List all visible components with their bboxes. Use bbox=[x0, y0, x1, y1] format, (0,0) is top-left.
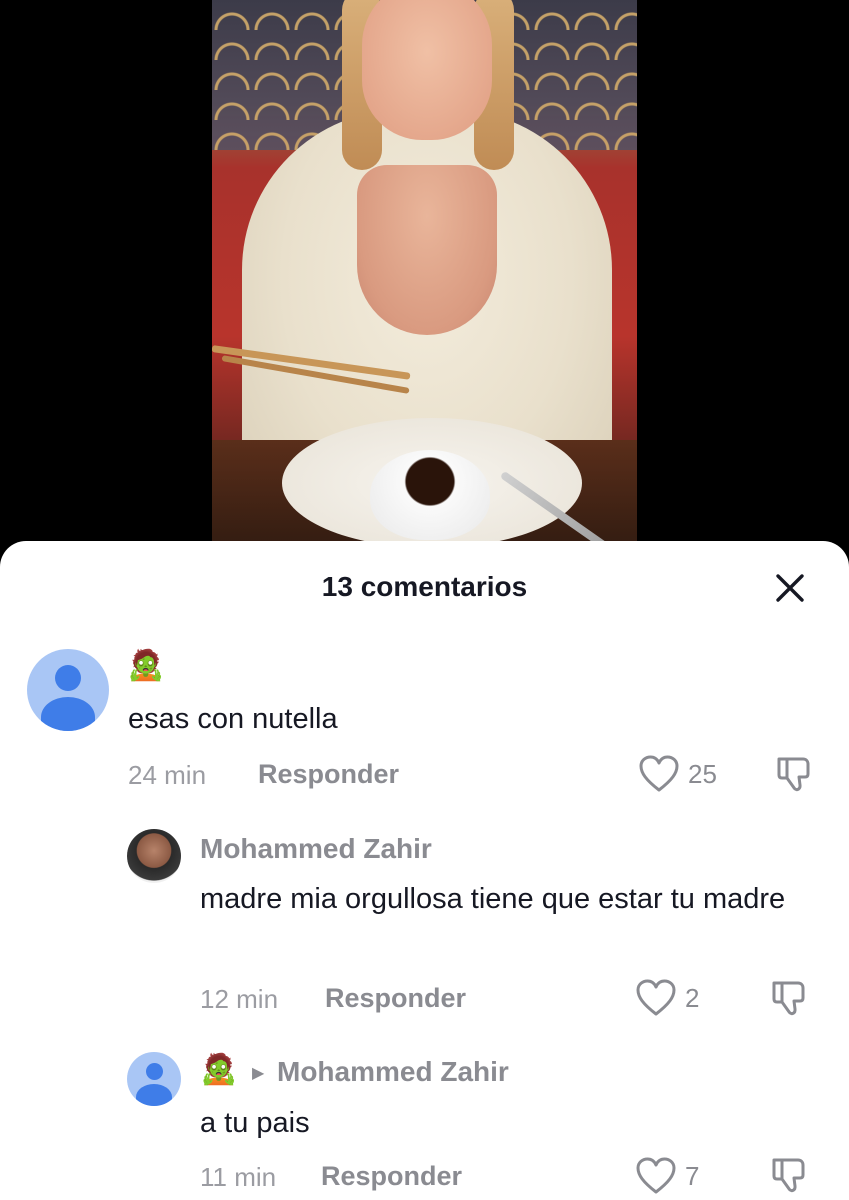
comment-time: 12 min bbox=[200, 984, 279, 1014]
close-icon bbox=[776, 574, 804, 602]
comment-text: madre mia orgullosa tiene que estar tu m… bbox=[200, 883, 786, 915]
reply-button[interactable]: Responder bbox=[321, 1161, 462, 1192]
like-button[interactable]: 7 bbox=[635, 1156, 699, 1196]
reply-arrow-icon: ▶ bbox=[252, 1065, 265, 1082]
username-emoji[interactable]: 🧟 bbox=[200, 1055, 237, 1085]
heart-icon bbox=[636, 1157, 676, 1194]
dislike-button[interactable] bbox=[768, 1153, 812, 1197]
comments-count-title: 13 comentarios bbox=[321, 571, 528, 602]
like-count: 2 bbox=[685, 982, 700, 1013]
person-face bbox=[362, 0, 492, 140]
dislike-button[interactable] bbox=[773, 752, 817, 796]
username-emoji[interactable]: 🧟 bbox=[127, 651, 164, 681]
heart-icon bbox=[636, 979, 676, 1016]
like-count: 7 bbox=[685, 1160, 700, 1191]
reply-button[interactable]: Responder bbox=[258, 759, 399, 790]
thumbs-down-icon bbox=[772, 1158, 805, 1193]
comment-time: 24 min bbox=[128, 760, 207, 790]
comments-sheet: 13 comentarios 🧟 esas con nutella 24 min… bbox=[0, 541, 849, 1200]
user-avatar-icon bbox=[55, 665, 81, 691]
sauce-bowl bbox=[370, 450, 490, 540]
avatar[interactable] bbox=[127, 1052, 181, 1106]
video-frame bbox=[212, 0, 637, 560]
reply-button[interactable]: Responder bbox=[325, 983, 466, 1014]
close-button[interactable] bbox=[766, 564, 814, 612]
like-count: 25 bbox=[688, 758, 717, 789]
username[interactable]: Mohammed Zahir bbox=[200, 833, 432, 865]
comment-time: 11 min bbox=[200, 1162, 277, 1192]
like-button[interactable]: 25 bbox=[638, 754, 717, 794]
reply-to-username[interactable]: Mohammed Zahir bbox=[277, 1056, 509, 1088]
comment-text: esas con nutella bbox=[128, 703, 338, 735]
dislike-button[interactable] bbox=[768, 976, 812, 1020]
thumbs-down-icon bbox=[772, 981, 805, 1016]
avatar[interactable] bbox=[27, 649, 109, 731]
comments-header: 13 comentarios bbox=[0, 541, 849, 633]
video-player[interactable] bbox=[0, 0, 849, 560]
heart-icon bbox=[639, 755, 679, 792]
thumbs-down-icon bbox=[777, 757, 810, 792]
avatar[interactable] bbox=[127, 829, 181, 883]
like-button[interactable]: 2 bbox=[635, 978, 699, 1018]
user-avatar-icon bbox=[146, 1063, 163, 1080]
comment-text: a tu pais bbox=[200, 1107, 310, 1139]
person-neckline bbox=[357, 165, 497, 335]
